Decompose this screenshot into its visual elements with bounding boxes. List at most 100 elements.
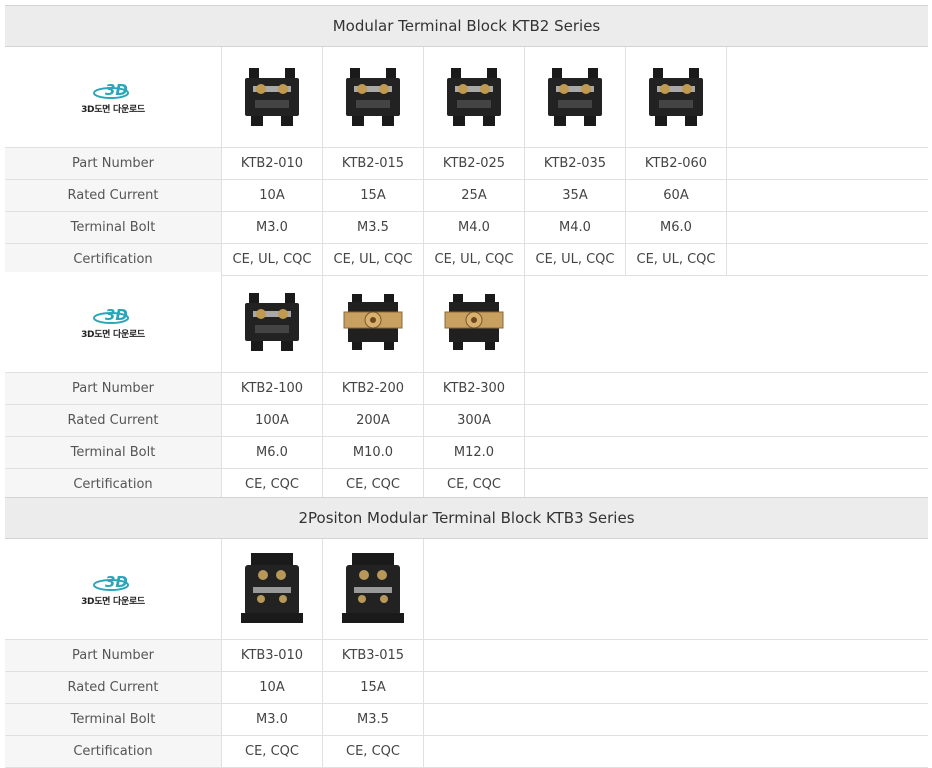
terminal-block-image <box>342 64 404 130</box>
product-image-cell <box>323 272 424 372</box>
terminal-block-image <box>241 289 303 355</box>
row-label: Part Number <box>5 373 222 404</box>
3d-download-link[interactable]: 3D 3D도면 다운로드 <box>5 539 222 639</box>
spec-value: CE, CQC <box>323 469 424 500</box>
spec-value: 10A <box>222 672 323 703</box>
empty-space <box>525 272 928 372</box>
row-label: Terminal Bolt <box>5 437 222 468</box>
row-label: Rated Current <box>5 405 222 436</box>
3d-download-link[interactable]: 3D 3D도면 다운로드 <box>5 272 222 372</box>
row-label: Certification <box>5 244 222 275</box>
spec-value: KTB2-300 <box>424 373 525 404</box>
terminal-block-image <box>645 64 707 130</box>
spec-value: M3.0 <box>222 212 323 243</box>
spec-page: Modular Terminal Block KTB2 Series 3D 3D도… <box>0 0 932 768</box>
section-title-text: 2Positon Modular Terminal Block KTB3 Ser… <box>298 509 635 527</box>
empty-space <box>424 539 928 639</box>
section-title-ktb3: 2Positon Modular Terminal Block KTB3 Ser… <box>5 497 928 539</box>
empty-space <box>727 244 928 275</box>
spec-row-part: Part Number KTB2-010 KTB2-015 KTB2-025 KTB2-… <box>5 148 928 180</box>
spec-value: M3.5 <box>323 212 424 243</box>
spec-value: 35A <box>525 180 626 211</box>
spec-value: 15A <box>323 180 424 211</box>
spec-value: CE, UL, CQC <box>323 244 424 275</box>
spec-row-part: Part Number KTB3-010 KTB3-015 <box>5 640 928 672</box>
spec-value: KTB3-015 <box>323 640 424 671</box>
spec-value: KTB3-010 <box>222 640 323 671</box>
terminal-block-image <box>237 551 307 627</box>
section-title-ktb2: Modular Terminal Block KTB2 Series <box>5 5 928 47</box>
spec-row-current: Rated Current 100A 200A 300A <box>5 405 928 437</box>
spec-value: KTB2-200 <box>323 373 424 404</box>
product-image-cell <box>222 539 323 639</box>
spec-value: CE, CQC <box>222 736 323 767</box>
3d-download-link[interactable]: 3D 3D도면 다운로드 <box>5 47 222 147</box>
empty-space <box>424 672 928 703</box>
row-label: Part Number <box>5 148 222 179</box>
spec-table-ktb3: 3D 3D도면 다운로드 Part Number KTB3-010 KTB3-015 Ra… <box>5 539 928 768</box>
spec-value: M10.0 <box>323 437 424 468</box>
row-label: Terminal Bolt <box>5 212 222 243</box>
product-image-cell <box>222 272 323 372</box>
3d-download-logo[interactable]: 3D 3D도면 다운로드 <box>81 79 145 115</box>
terminal-block-image <box>338 290 408 354</box>
spec-value: 60A <box>626 180 727 211</box>
svg-text:3D: 3D <box>105 81 128 99</box>
spec-value: M6.0 <box>626 212 727 243</box>
section-title-text: Modular Terminal Block KTB2 Series <box>332 17 601 35</box>
empty-space <box>525 405 928 436</box>
3d-download-logo[interactable]: 3D 3D도면 다운로드 <box>81 571 145 607</box>
spec-row-bolt: Terminal Bolt M3.0 M3.5 <box>5 704 928 736</box>
3d-download-label: 3D도면 다운로드 <box>81 105 145 115</box>
empty-space <box>525 437 928 468</box>
product-image-cell <box>626 47 727 147</box>
spec-value: M4.0 <box>424 212 525 243</box>
product-image-cell <box>222 47 323 147</box>
product-image-cell <box>424 47 525 147</box>
spec-value: CE, CQC <box>323 736 424 767</box>
spec-value: KTB2-025 <box>424 148 525 179</box>
product-image-row: 3D 3D도면 다운로드 <box>5 272 928 373</box>
spec-row-part: Part Number KTB2-100 KTB2-200 KTB2-300 <box>5 373 928 405</box>
spec-table-ktb2-group1: 3D 3D도면 다운로드 Part Number KTB2-010 KTB2-015 KT… <box>5 47 928 276</box>
empty-space <box>727 47 928 147</box>
empty-space <box>424 704 928 735</box>
empty-space <box>727 148 928 179</box>
spec-value: 300A <box>424 405 525 436</box>
product-image-cell <box>424 272 525 372</box>
terminal-block-image <box>443 64 505 130</box>
spec-row-current: Rated Current 10A 15A <box>5 672 928 704</box>
3d-download-label: 3D도면 다운로드 <box>81 330 145 340</box>
spec-value: CE, UL, CQC <box>424 244 525 275</box>
product-image-row: 3D 3D도면 다운로드 <box>5 47 928 148</box>
3d-download-logo[interactable]: 3D 3D도면 다운로드 <box>81 304 145 340</box>
spec-row-bolt: Terminal Bolt M6.0 M10.0 M12.0 <box>5 437 928 469</box>
spec-value: M6.0 <box>222 437 323 468</box>
row-label: Terminal Bolt <box>5 704 222 735</box>
empty-space <box>525 373 928 404</box>
spec-value: KTB2-060 <box>626 148 727 179</box>
spec-value: CE, CQC <box>222 469 323 500</box>
spec-row-cert: Certification CE, CQC CE, CQC <box>5 736 928 768</box>
product-image-cell <box>525 47 626 147</box>
empty-space <box>424 640 928 671</box>
row-label: Rated Current <box>5 672 222 703</box>
spec-value: CE, UL, CQC <box>626 244 727 275</box>
terminal-block-image <box>241 64 303 130</box>
spec-value: M3.5 <box>323 704 424 735</box>
spec-value: 10A <box>222 180 323 211</box>
spec-value: M12.0 <box>424 437 525 468</box>
row-label: Certification <box>5 736 222 767</box>
spec-table-ktb2-group2: 3D 3D도면 다운로드 Part Number KTB2-100 KTB2-200 KT… <box>5 272 928 501</box>
spec-value: 25A <box>424 180 525 211</box>
row-label: Part Number <box>5 640 222 671</box>
terminal-block-image <box>439 290 509 354</box>
terminal-block-image <box>544 64 606 130</box>
empty-space <box>424 736 928 767</box>
spec-row-bolt: Terminal Bolt M3.0 M3.5 M4.0 M4.0 M6.0 <box>5 212 928 244</box>
product-image-row: 3D 3D도면 다운로드 <box>5 539 928 640</box>
spec-value: CE, UL, CQC <box>222 244 323 275</box>
svg-text:3D: 3D <box>105 573 128 591</box>
3d-download-label: 3D도면 다운로드 <box>81 597 145 607</box>
terminal-block-image <box>338 551 408 627</box>
